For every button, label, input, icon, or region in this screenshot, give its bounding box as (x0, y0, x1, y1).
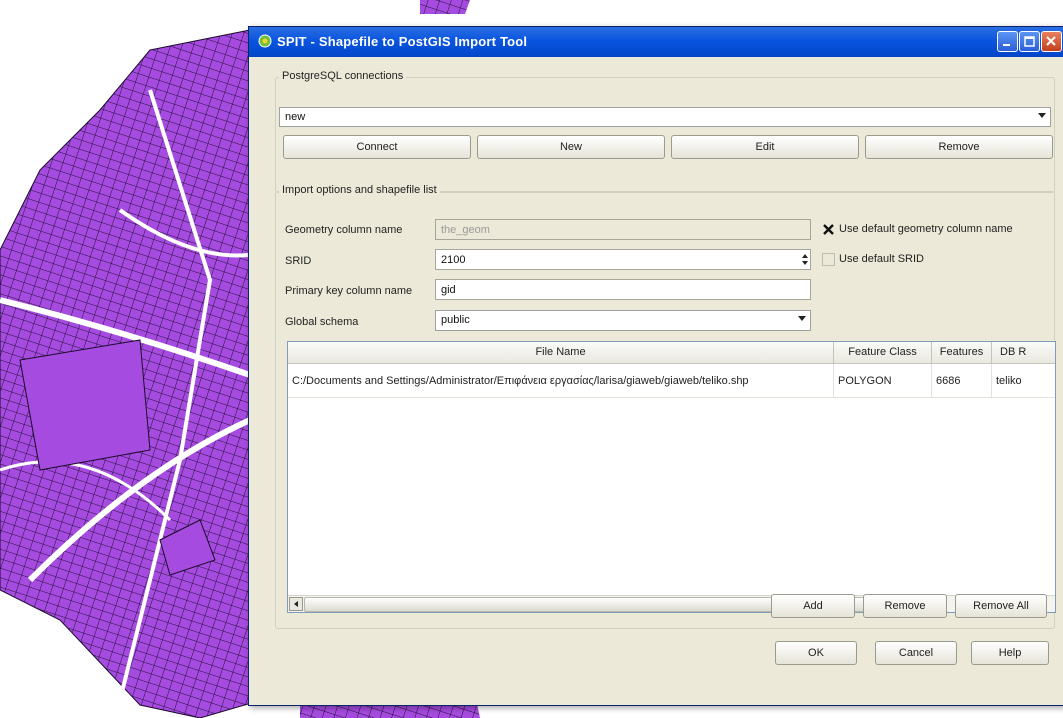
geometry-column-value: the_geom (441, 224, 490, 236)
srid-label: SRID (285, 255, 312, 267)
close-button[interactable] (1041, 31, 1062, 52)
minimize-button[interactable] (997, 31, 1018, 52)
spin-up-icon[interactable] (802, 254, 808, 258)
srid-input[interactable]: 2100 (435, 249, 811, 270)
spit-dialog: SPIT - Shapefile to PostGIS Import Tool … (248, 26, 1063, 706)
global-schema-label: Global schema (285, 316, 359, 328)
cell-file-name[interactable]: C:/Documents and Settings/Administrator/… (288, 364, 834, 398)
chevron-down-icon (798, 316, 806, 321)
import-options-group-label: Import options and shapefile list (279, 184, 440, 196)
cancel-button[interactable]: Cancel (875, 641, 957, 665)
srid-value: 2100 (441, 254, 466, 266)
column-header-file-name[interactable]: File Name (288, 342, 834, 364)
add-shapefile-button[interactable]: Add (771, 594, 855, 618)
use-default-srid-checkbox[interactable] (822, 253, 835, 266)
cell-db-relation[interactable]: teliko (992, 364, 1055, 398)
use-default-geometry-checkbox[interactable] (822, 223, 835, 236)
help-button[interactable]: Help (971, 641, 1049, 665)
remove-all-shapefiles-button[interactable]: Remove All (955, 594, 1047, 618)
shapefile-table[interactable]: File Name Feature Class Features DB R C:… (287, 341, 1056, 613)
window-title: SPIT - Shapefile to PostGIS Import Tool (277, 34, 528, 49)
remove-connection-button[interactable]: Remove (865, 135, 1053, 159)
column-header-features[interactable]: Features (932, 342, 992, 364)
connections-group-label: PostgreSQL connections (279, 70, 407, 82)
minimize-icon (1003, 44, 1010, 46)
cell-feature-class[interactable]: POLYGON (834, 364, 932, 398)
column-header-db-relation[interactable]: DB R (992, 342, 1055, 364)
chevron-down-icon (1038, 113, 1046, 118)
qgis-app-icon (258, 34, 272, 48)
scroll-left-icon[interactable] (289, 597, 303, 611)
title-bar: SPIT - Shapefile to PostGIS Import Tool (249, 27, 1063, 57)
column-header-feature-class[interactable]: Feature Class (834, 342, 932, 364)
connection-select-value: new (285, 111, 306, 123)
global-schema-select[interactable]: public (435, 310, 811, 331)
geometry-column-label: Geometry column name (285, 224, 403, 236)
use-default-geometry-label: Use default geometry column name (839, 223, 1013, 235)
spin-down-icon[interactable] (802, 261, 808, 265)
maximize-button[interactable] (1019, 31, 1040, 52)
remove-shapefile-button[interactable]: Remove (863, 594, 947, 618)
connect-button[interactable]: Connect (283, 135, 471, 159)
primary-key-label: Primary key column name (285, 285, 413, 297)
ok-button[interactable]: OK (775, 641, 857, 665)
primary-key-input[interactable]: gid (435, 279, 811, 300)
maximize-icon (1024, 36, 1035, 47)
connection-select[interactable]: new (279, 107, 1051, 127)
primary-key-value: gid (441, 284, 456, 296)
new-connection-button[interactable]: New (477, 135, 665, 159)
close-icon (1046, 36, 1056, 46)
edit-connection-button[interactable]: Edit (671, 135, 859, 159)
use-default-srid-label: Use default SRID (839, 253, 924, 265)
cell-features[interactable]: 6686 (932, 364, 992, 398)
global-schema-value: public (441, 314, 470, 326)
geometry-column-input[interactable]: the_geom (435, 219, 811, 240)
